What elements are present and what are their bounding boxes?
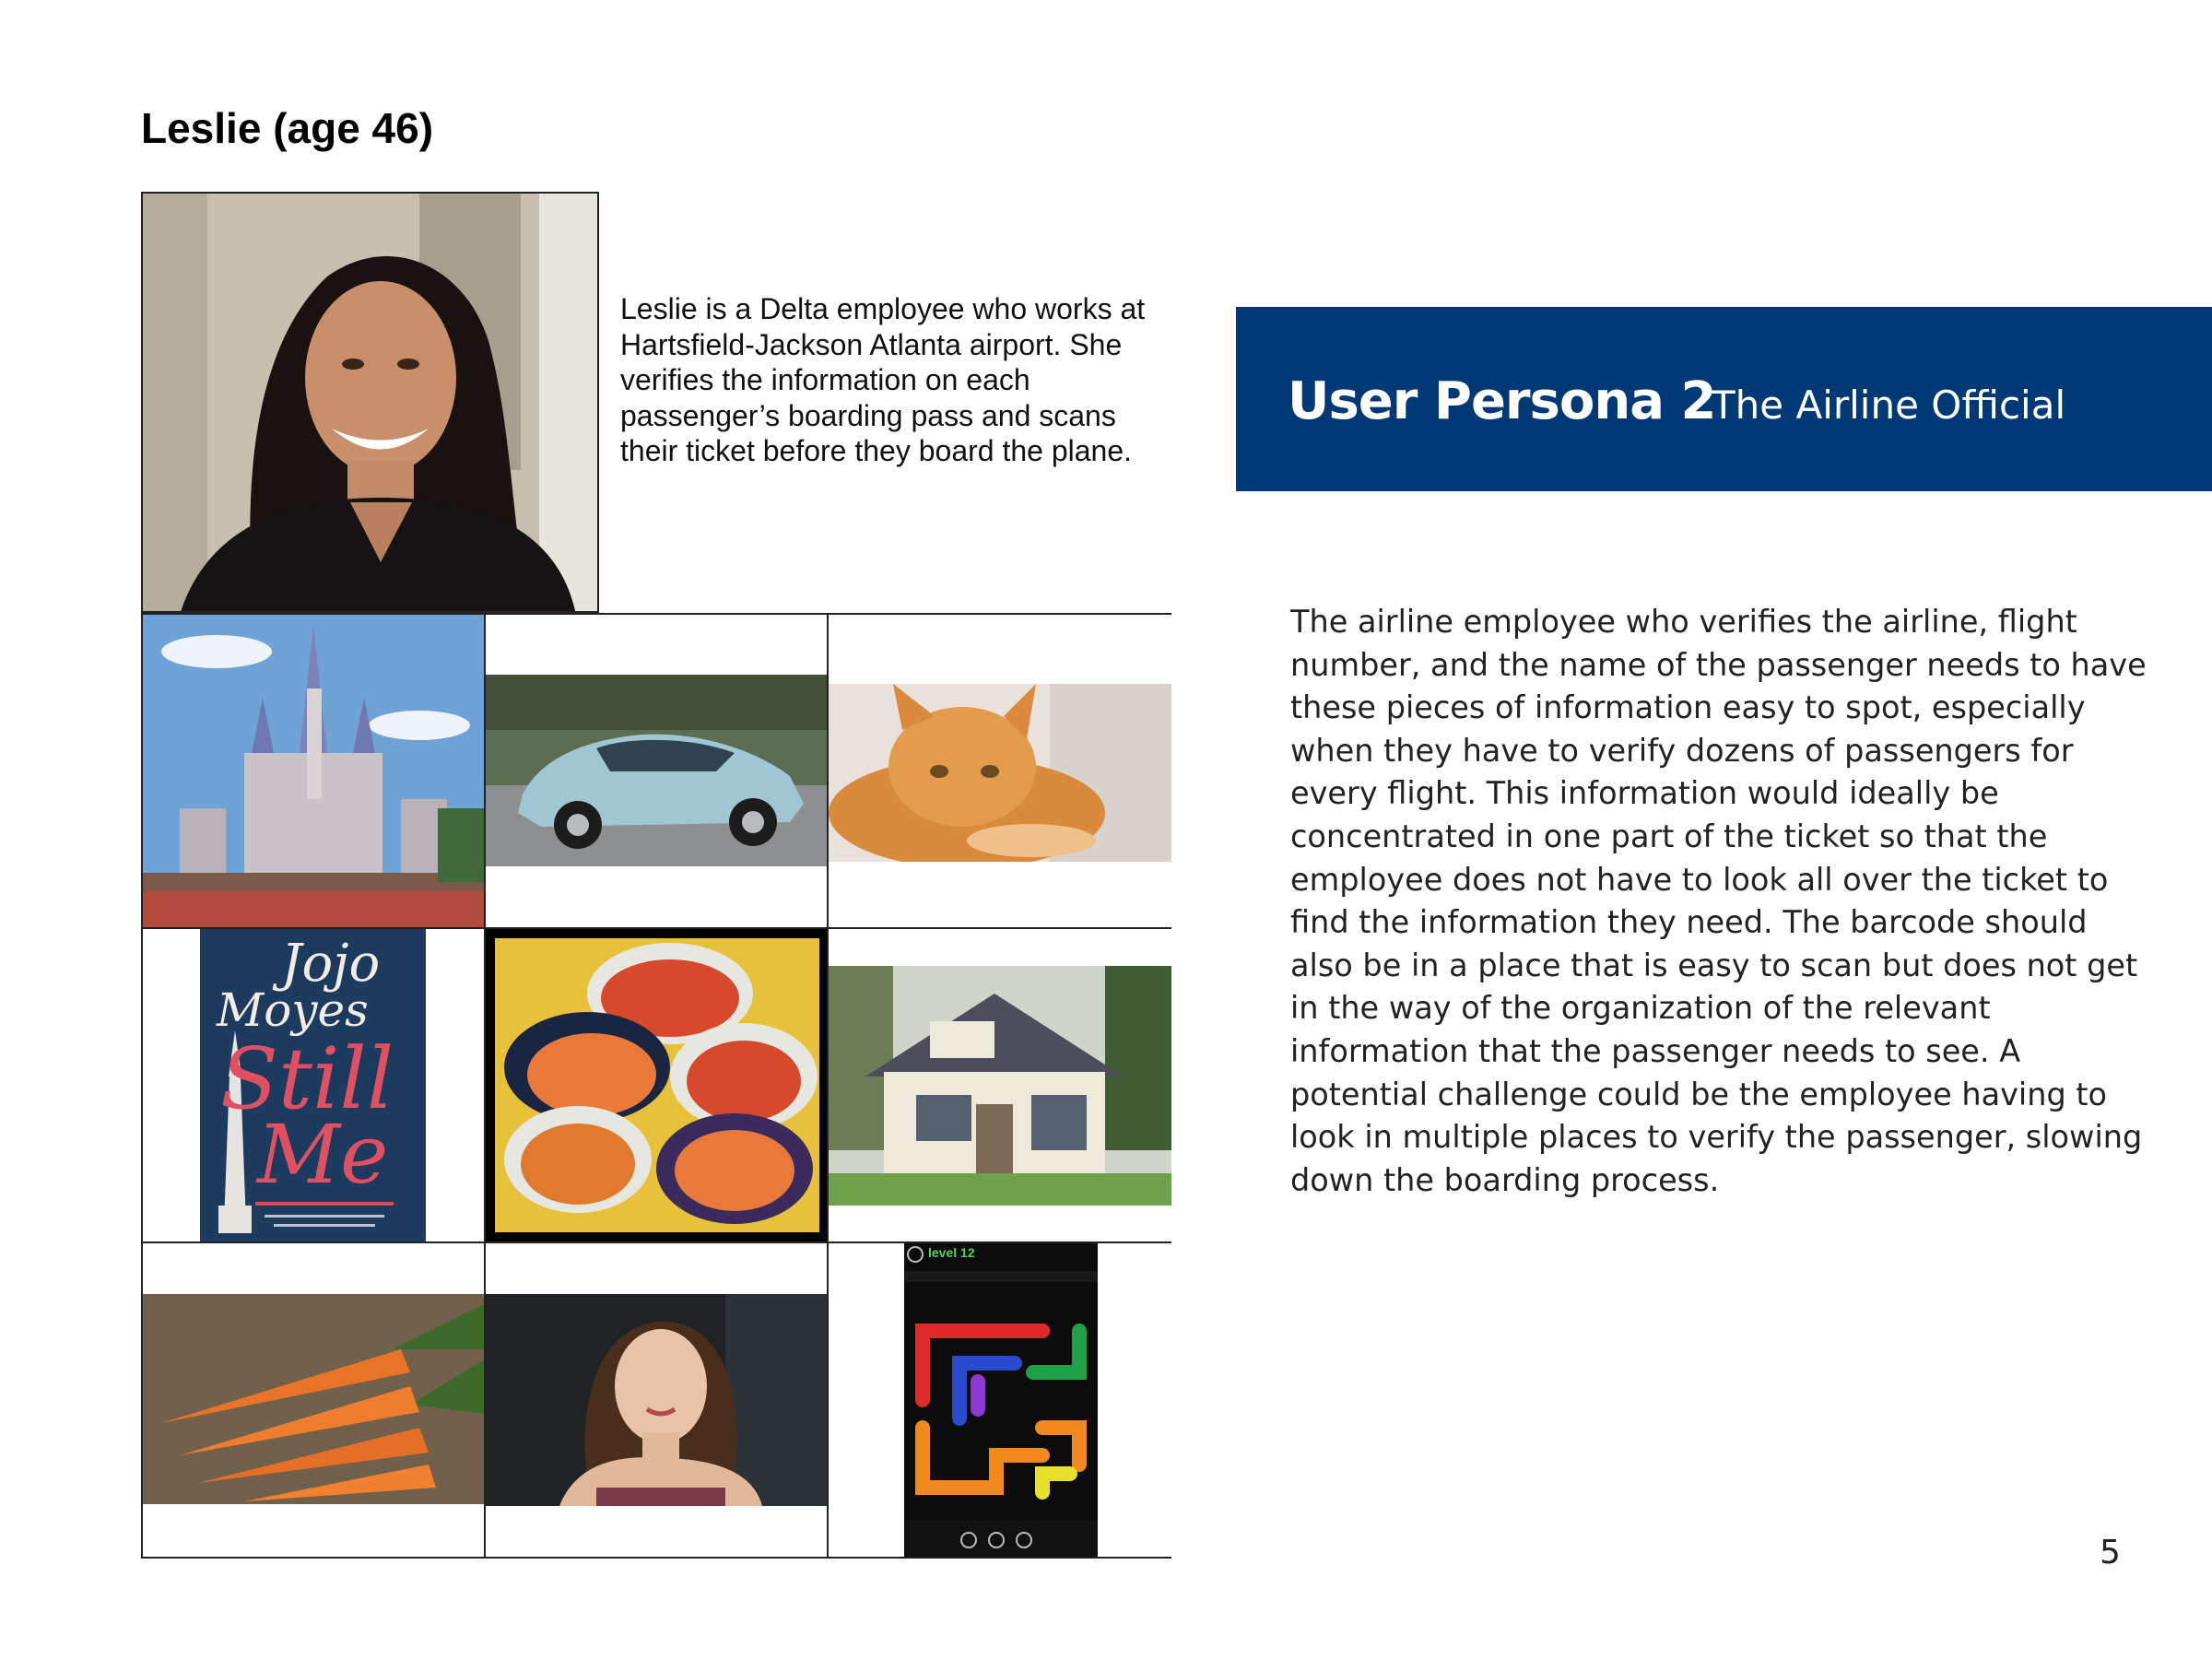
portrait-photo: [141, 192, 599, 613]
persona-intro-text: Leslie is a Delta employee who works at …: [620, 292, 1146, 467]
moodboard-cell: level 12: [829, 1243, 1171, 1557]
moodboard-cell: [486, 1243, 829, 1557]
car-photo: [486, 675, 827, 866]
moodboard-cell: Jojo Moyes Still Me: [143, 929, 486, 1243]
moodboard-cell: [486, 615, 829, 929]
book-author-last: Moyes: [217, 983, 369, 1037]
banner-title: User Persona 2: [1288, 371, 1716, 431]
moodboard-grid: Jojo Moyes Still Me level 12: [141, 613, 1171, 1559]
carrots-photo: [143, 1294, 484, 1504]
banner-subtitle: The Airline Official: [1712, 382, 2066, 428]
flow-game-photo: level 12: [904, 1243, 1098, 1557]
moodboard-cell: [486, 929, 829, 1243]
moodboard-cell: [143, 615, 486, 929]
moodboard-cell: [143, 1243, 486, 1557]
book-cover-photo: Jojo Moyes Still Me: [200, 929, 426, 1241]
moodboard-cell: [829, 929, 1171, 1243]
moodboard-cell: [829, 615, 1171, 929]
castle-photo: [143, 615, 484, 927]
house-photo: [829, 966, 1171, 1206]
pasta-meals-photo: [486, 929, 827, 1241]
cat-photo: [829, 684, 1171, 862]
title-banner: User Persona 2 The Airline Official: [1236, 307, 2212, 491]
page-number: 5: [2100, 1534, 2121, 1571]
persona-description: The airline employee who verifies the ai…: [1290, 604, 2147, 1198]
book-title-second: Me: [257, 1107, 389, 1202]
actress-photo: [486, 1294, 827, 1506]
persona-name-heading: Leslie (age 46): [141, 104, 434, 152]
book-author-first: Jojo: [281, 934, 381, 994]
